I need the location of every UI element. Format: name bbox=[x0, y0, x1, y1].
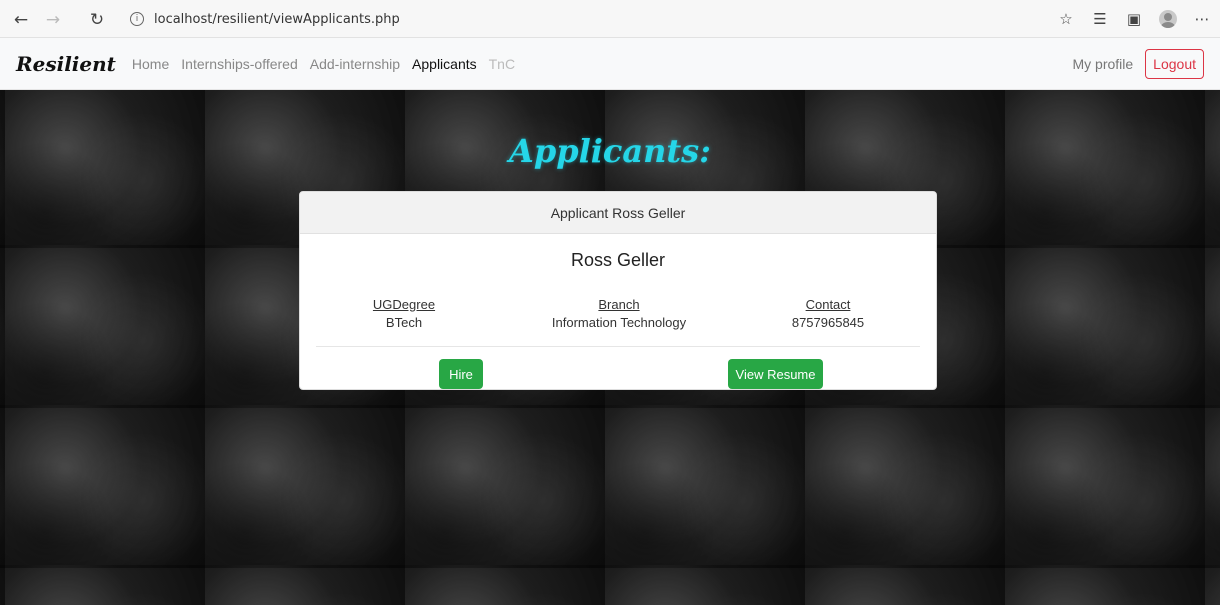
profile-avatar-icon[interactable] bbox=[1158, 9, 1178, 29]
divider bbox=[316, 346, 920, 347]
nav-applicants[interactable]: Applicants bbox=[412, 56, 477, 72]
browser-actions: ☆ ☰ ▣ ⋯ bbox=[1056, 9, 1212, 29]
collections-icon[interactable]: ▣ bbox=[1124, 9, 1144, 29]
applicant-card: Applicant Ross Geller Ross Geller UGDegr… bbox=[299, 191, 937, 390]
field-contact: Contact 8757965845 bbox=[728, 297, 928, 330]
field-value: 8757965845 bbox=[791, 315, 865, 330]
nav-internships-offered[interactable]: Internships-offered bbox=[181, 56, 297, 72]
more-menu-icon[interactable]: ⋯ bbox=[1192, 9, 1212, 29]
applicant-fields: UGDegree BTech Branch Information Techno… bbox=[300, 297, 936, 337]
page-title: Applicants: bbox=[509, 132, 711, 170]
favorites-list-icon[interactable]: ☰ bbox=[1090, 9, 1110, 29]
refresh-icon[interactable]: ↻ bbox=[86, 9, 108, 31]
favorite-star-icon[interactable]: ☆ bbox=[1056, 9, 1076, 29]
field-value: BTech bbox=[385, 315, 423, 330]
field-value: Information Technology bbox=[551, 315, 687, 330]
hire-button[interactable]: Hire bbox=[439, 359, 483, 389]
nav-home[interactable]: Home bbox=[132, 56, 169, 72]
url-text[interactable]: localhost/resilient/viewApplicants.php bbox=[154, 12, 400, 27]
browser-toolbar: ← → ↻ i localhost/resilient/viewApplican… bbox=[0, 0, 1220, 38]
info-icon[interactable]: i bbox=[130, 12, 144, 26]
nav-add-internship[interactable]: Add-internship bbox=[310, 56, 400, 72]
logout-button[interactable]: Logout bbox=[1145, 48, 1204, 79]
brand-logo[interactable]: Resilient bbox=[16, 52, 116, 76]
field-ugdegree: UGDegree BTech bbox=[304, 297, 504, 330]
address-bar[interactable]: i localhost/resilient/viewApplicants.php bbox=[130, 7, 1030, 31]
applicant-name: Ross Geller bbox=[570, 250, 666, 270]
field-branch: Branch Information Technology bbox=[519, 297, 719, 330]
my-profile-link[interactable]: My profile bbox=[1072, 56, 1133, 72]
field-label: Branch bbox=[598, 297, 640, 312]
field-label: Contact bbox=[805, 297, 851, 312]
field-label: UGDegree bbox=[372, 297, 436, 312]
view-resume-button[interactable]: View Resume bbox=[728, 359, 823, 389]
nav-tnc[interactable]: TnC bbox=[489, 56, 515, 72]
site-navbar: Resilient Home Internships-offered Add-i… bbox=[0, 38, 1220, 90]
navbar-right: My profile Logout bbox=[1072, 48, 1204, 79]
back-icon[interactable]: ← bbox=[10, 9, 32, 31]
forward-icon[interactable]: → bbox=[42, 9, 64, 31]
card-header: Applicant Ross Geller bbox=[300, 192, 936, 234]
